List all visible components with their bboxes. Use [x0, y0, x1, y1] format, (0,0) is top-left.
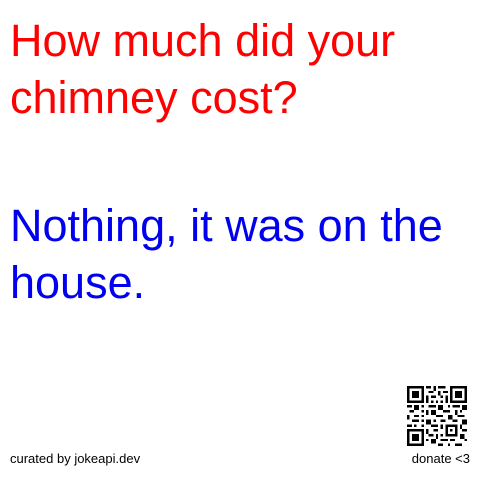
qr-code-icon[interactable] — [407, 386, 467, 446]
joke-setup: How much did your chimney cost? — [10, 15, 396, 123]
curated-by-credit[interactable]: curated by jokeapi.dev — [10, 451, 140, 467]
joke-delivery: Nothing, it was on the house. — [10, 200, 443, 308]
donate-link[interactable]: donate <3 — [412, 451, 470, 467]
